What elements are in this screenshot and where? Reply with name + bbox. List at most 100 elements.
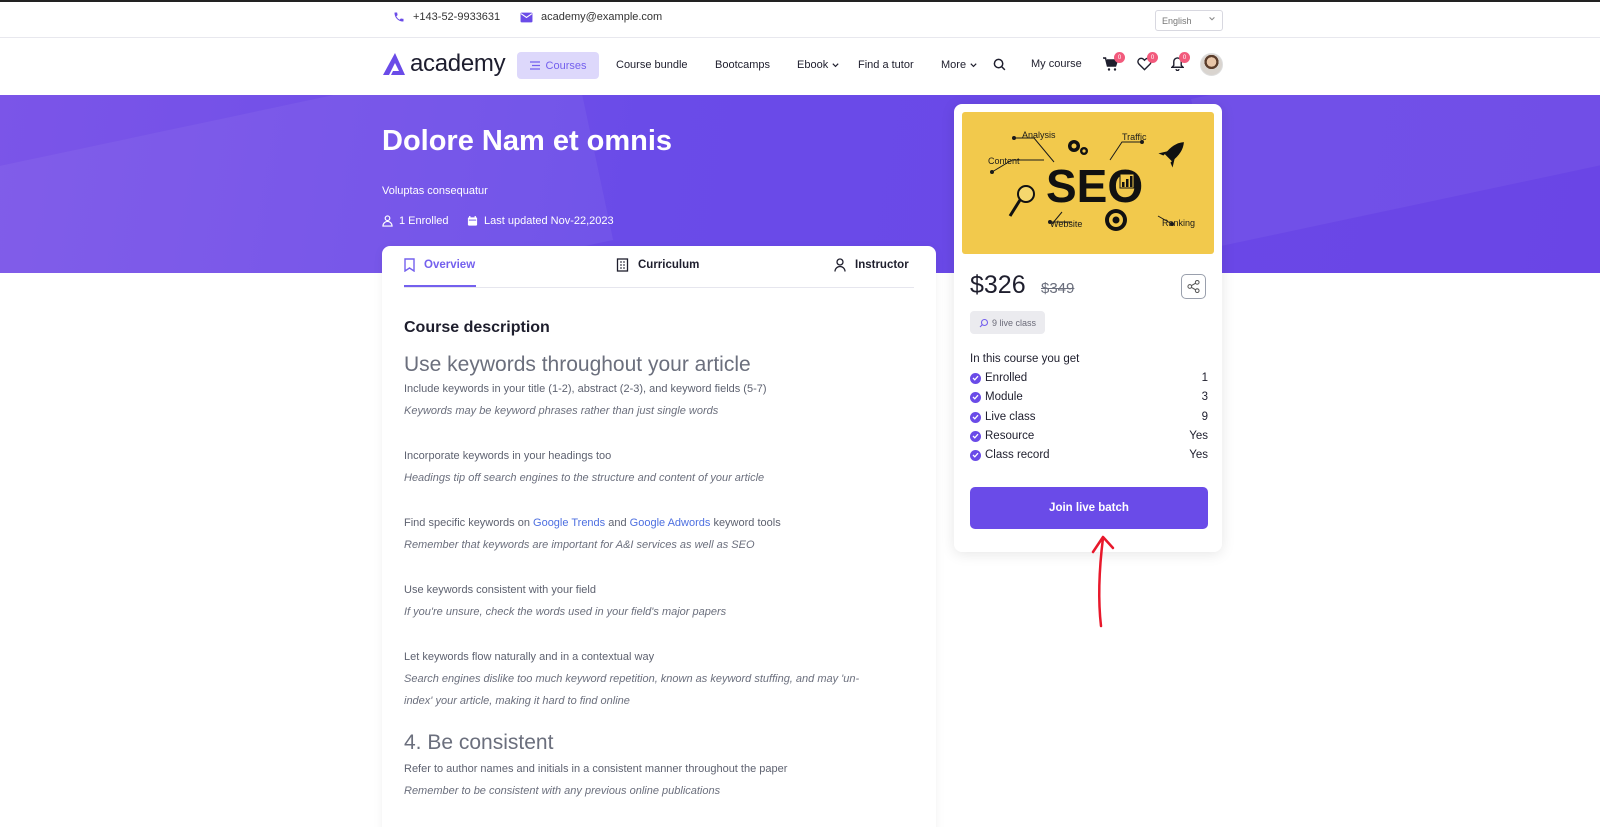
text-span: and — [608, 517, 627, 529]
user-avatar[interactable] — [1200, 53, 1223, 76]
course-description-heading: Course description — [404, 319, 550, 336]
nav-ebook[interactable]: Ebook — [797, 59, 840, 71]
nav-courses-label: Courses — [545, 59, 587, 72]
main-navbar: academy Courses Course bundle Bootcamps … — [0, 38, 1600, 95]
menu-lines-icon — [529, 61, 540, 70]
feature-label: Resource — [985, 430, 1035, 442]
chevron-down-icon — [970, 62, 977, 67]
section-heading: Use keywords throughout your article — [404, 353, 751, 376]
nav-more[interactable]: More — [941, 59, 978, 71]
google-adwords-link[interactable]: Google Adwords — [630, 517, 711, 529]
image-label-ranking: Ranking — [1162, 218, 1195, 228]
cart-count-badge: 0 — [1114, 52, 1125, 63]
feature-value: 1 — [1201, 372, 1208, 384]
share-button[interactable] — [1181, 274, 1206, 299]
phone-number: +143-52-9933631 — [413, 11, 501, 23]
paragraph-line: Incorporate keywords in your headings to… — [404, 450, 612, 462]
course-tabs: Overview Curriculum Instructor — [404, 246, 914, 288]
text-span: keyword tools — [713, 517, 781, 529]
phone-icon — [394, 12, 404, 22]
tab-instructor-label: Instructor — [855, 259, 909, 271]
check-circle-icon — [970, 430, 981, 442]
nav-more-label: More — [941, 59, 967, 71]
phone-contact[interactable]: +143-52-9933631 — [393, 11, 500, 23]
image-label-traffic: Traffic — [1122, 132, 1147, 142]
join-live-batch-button[interactable]: Join live batch — [970, 487, 1208, 529]
feature-value: 3 — [1201, 391, 1208, 403]
nav-course-bundle-label: Course bundle — [616, 59, 688, 71]
course-includes-heading: In this course you get — [970, 353, 1080, 365]
nav-bootcamps[interactable]: Bootcamps — [715, 59, 770, 71]
email-address: academy@example.com — [541, 11, 663, 23]
nav-course-bundle[interactable]: Course bundle — [616, 59, 688, 71]
search-icon[interactable] — [993, 58, 1006, 71]
paragraph-line: Use keywords consistent with your field — [404, 584, 596, 596]
nav-ebook-label: Ebook — [797, 59, 829, 71]
tab-overview-label: Overview — [424, 259, 476, 271]
course-subtitle: Voluptas consequatur — [382, 185, 488, 197]
annotation-arrow-icon — [1091, 535, 1115, 628]
paragraph-line: index' your article, making it hard to f… — [404, 695, 630, 707]
enrolled-count: 1 Enrolled — [399, 215, 449, 227]
image-label-content: Content — [988, 156, 1020, 166]
course-details-card: Overview Curriculum Instructor Course de… — [382, 246, 936, 827]
tab-curriculum-label: Curriculum — [638, 259, 700, 271]
tab-instructor[interactable]: Instructor — [834, 258, 909, 272]
feature-row: Class record Yes — [970, 449, 1208, 461]
email-contact[interactable]: academy@example.com — [520, 11, 662, 23]
mail-icon — [520, 12, 533, 22]
gears-icon — [1068, 140, 1088, 155]
wishlist-button[interactable]: 0 — [1137, 52, 1158, 71]
share-icon — [1187, 280, 1200, 293]
image-label-website: Website — [1050, 219, 1082, 229]
wishlist-count-badge: 0 — [1147, 52, 1158, 63]
paragraph-line: Refer to author names and initials in a … — [404, 763, 788, 775]
language-select[interactable]: English — [1155, 10, 1223, 31]
feature-row: Module 3 — [970, 391, 1208, 403]
text-span: Find specific keywords on — [404, 517, 530, 529]
cart-button[interactable]: 0 — [1103, 52, 1125, 71]
language-value: English — [1162, 15, 1192, 26]
feature-label: Module — [985, 391, 1023, 403]
google-trends-link[interactable]: Google Trends — [533, 517, 605, 529]
top-bar: +143-52-9933631 academy@example.com Engl… — [0, 0, 1600, 38]
current-price: $326 — [970, 271, 1026, 299]
feature-row: Live class 9 — [970, 411, 1208, 423]
nav-my-course[interactable]: My course — [1031, 58, 1082, 70]
notification-count-badge: 0 — [1179, 52, 1190, 63]
tab-curriculum[interactable]: Curriculum — [616, 258, 699, 272]
paragraph-line: Keywords may be keyword phrases rather t… — [404, 405, 719, 417]
nav-find-tutor[interactable]: Find a tutor — [858, 59, 914, 71]
course-thumbnail: Analysis Traffic Content SEO Website Ran… — [962, 112, 1214, 254]
seo-illustration: Analysis Traffic Content SEO Website Ran… — [988, 130, 1195, 231]
magnifier-icon — [1008, 185, 1035, 217]
tab-overview[interactable]: Overview — [404, 258, 475, 272]
last-updated-meta: Last updated Nov-22,2023 — [467, 215, 614, 227]
nav-find-tutor-label: Find a tutor — [858, 59, 914, 71]
active-tab-indicator — [404, 285, 476, 287]
user-icon — [382, 215, 393, 227]
check-circle-icon — [970, 372, 981, 384]
logo[interactable]: academy — [382, 50, 506, 78]
paragraph-line: Remember to be consistent with any previ… — [404, 785, 721, 797]
image-label-analysis: Analysis — [1022, 130, 1056, 140]
notification-button[interactable]: 0 — [1170, 52, 1190, 72]
bar-chart-icon — [1119, 173, 1135, 189]
paragraph-line: Headings tip off search engines to the s… — [404, 472, 765, 484]
original-price: $349 — [1041, 280, 1075, 297]
calendar-icon — [467, 215, 478, 226]
live-class-chip: 9 live class — [970, 311, 1045, 334]
feature-value: Yes — [1189, 449, 1208, 461]
chevron-down-icon — [1209, 17, 1215, 21]
paragraph-line: Let keywords flow naturally and in a con… — [404, 651, 655, 663]
nav-courses-button[interactable]: Courses — [517, 52, 599, 79]
feature-label: Enrolled — [985, 372, 1028, 384]
feature-label: Live class — [985, 411, 1036, 423]
paragraph-line: Find specific keywords on Google Trends … — [404, 517, 781, 529]
academy-logo-icon — [383, 53, 405, 75]
feature-label: Class record — [985, 449, 1050, 461]
logo-text: academy — [410, 50, 506, 77]
user-icon — [834, 258, 846, 272]
feature-row: Resource Yes — [970, 430, 1208, 442]
feature-value: Yes — [1189, 430, 1208, 442]
